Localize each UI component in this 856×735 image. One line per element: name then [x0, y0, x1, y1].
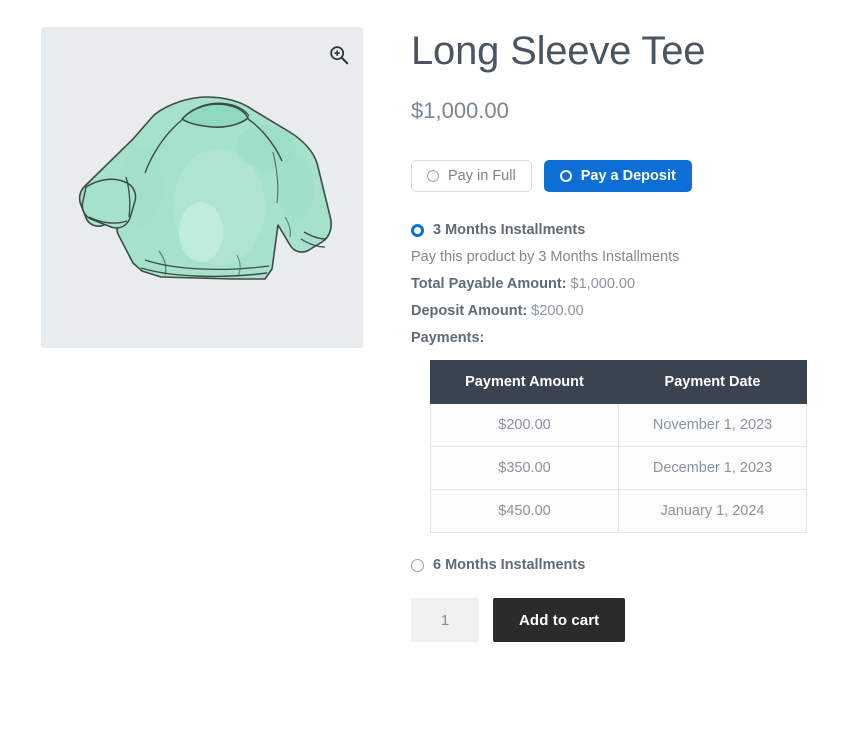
plan-6-months-label: 6 Months Installments	[433, 557, 586, 573]
payment-type-toggle-group: Pay in Full Pay a Deposit	[411, 160, 831, 192]
table-row: $200.00 November 1, 2023	[430, 403, 807, 447]
installment-plan-3-months: 3 Months Installments Pay this product b…	[411, 222, 831, 533]
pay-in-full-label: Pay in Full	[448, 168, 516, 184]
cell-payment-amount: $350.00	[430, 446, 619, 490]
cell-payment-date: November 1, 2023	[618, 403, 807, 447]
table-row: $350.00 December 1, 2023	[430, 446, 807, 490]
pay-a-deposit-label: Pay a Deposit	[580, 168, 676, 184]
total-payable-amount-value: $1,000.00	[570, 276, 636, 292]
cell-payment-amount: $450.00	[430, 489, 619, 533]
total-payable-amount-row: Total Payable Amount: $1,000.00	[411, 276, 831, 292]
table-row: $450.00 January 1, 2024	[430, 489, 807, 533]
plan-3-months-description: Pay this product by 3 Months Installment…	[411, 249, 680, 265]
deposit-amount-label: Deposit Amount:	[411, 303, 528, 319]
zoom-in-icon[interactable]	[328, 44, 350, 66]
cell-payment-date: January 1, 2024	[618, 489, 807, 533]
table-header-row: Payment Amount Payment Date	[430, 360, 807, 404]
radio-3-months-icon[interactable]	[411, 223, 424, 237]
column-header-payment-date: Payment Date	[618, 360, 807, 404]
product-page: Long Sleeve Tee $1,000.00 Pay in Full Pa…	[0, 0, 856, 735]
product-summary: Long Sleeve Tee $1,000.00 Pay in Full Pa…	[411, 0, 831, 642]
plan-3-months-label: 3 Months Installments	[433, 222, 586, 238]
add-to-cart-form: Add to cart	[411, 598, 831, 642]
product-image[interactable]	[41, 27, 363, 348]
page-title: Long Sleeve Tee	[411, 29, 706, 73]
deposit-amount-row: Deposit Amount: $200.00	[411, 303, 831, 319]
pay-in-full-button[interactable]: Pay in Full	[411, 160, 532, 192]
deposit-amount-value: $200.00	[531, 303, 584, 319]
cell-payment-amount: $200.00	[430, 403, 619, 447]
installment-plan-6-months[interactable]: 6 Months Installments	[411, 557, 831, 573]
plan-3-months-header[interactable]: 3 Months Installments	[411, 222, 831, 238]
add-to-cart-button[interactable]: Add to cart	[493, 598, 626, 642]
product-gallery[interactable]	[41, 27, 363, 348]
column-header-payment-amount: Payment Amount	[430, 360, 619, 404]
radio-circle-icon	[427, 170, 439, 182]
radio-circle-icon	[559, 170, 572, 182]
quantity-input[interactable]	[411, 598, 479, 642]
product-price: $1,000.00	[411, 98, 509, 123]
payments-table: Payment Amount Payment Date $200.00 Nove…	[430, 360, 807, 533]
pay-a-deposit-button[interactable]: Pay a Deposit	[543, 160, 692, 192]
total-payable-amount-label: Total Payable Amount:	[411, 276, 567, 292]
payments-label: Payments:	[411, 330, 485, 346]
cell-payment-date: December 1, 2023	[618, 446, 807, 490]
radio-6-months-icon[interactable]	[411, 558, 424, 572]
